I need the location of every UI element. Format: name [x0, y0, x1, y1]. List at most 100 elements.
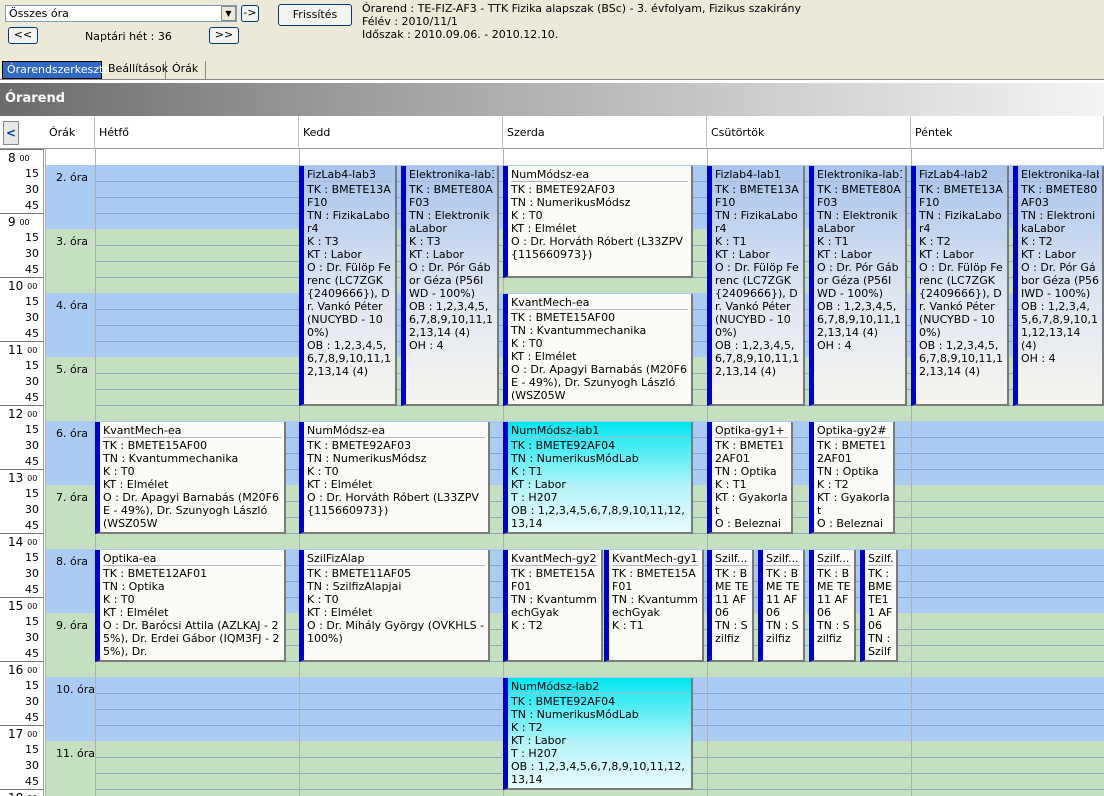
minute-label: 15 [25, 359, 39, 372]
course-card[interactable]: NumMódsz-ea TK : BMETE92AF03 TN : Numerik… [299, 422, 490, 534]
go-button[interactable]: -> [241, 5, 259, 22]
course-card[interactable]: Szilf...TK : BME TE11 AF06 TN : Szilfiz [758, 550, 805, 662]
hour-label: 14 00 [0, 535, 44, 549]
timetable-info: Órarend : TE-FIZ-AF3 - TTK Fizika alapsz… [362, 2, 801, 41]
minute-label: 30 [25, 759, 39, 772]
minute-label: 15 [25, 231, 39, 244]
minute-label: 15 [25, 615, 39, 628]
minute-label: 30 [25, 247, 39, 260]
course-card[interactable]: NumMódsz-lab1 TK : BMETE92AF04 TN : Numer… [503, 422, 693, 534]
course-title: Szilf... [715, 552, 749, 566]
info-line: Időszak : 2010.09.06. - 2010.12.10. [362, 28, 559, 41]
minute-label: 15 [25, 295, 39, 308]
ora-filter-combo[interactable]: Összes óra [5, 5, 237, 22]
nav-left-button[interactable]: < [3, 121, 19, 145]
minute-label: 45 [25, 775, 39, 788]
hour-divider [0, 661, 44, 662]
hour-value: 11 [8, 343, 24, 357]
course-card[interactable]: Optika-gy2# TK : BMETE12AF01 TN : Optika … [809, 422, 895, 534]
hour-divider [0, 405, 44, 406]
tab-orarendszerkeszto[interactable]: Órarendszerkeszto [2, 61, 110, 79]
hour-value: 13 [8, 471, 24, 485]
hour-suffix: 00 [27, 474, 38, 483]
column-header-csutortok: Csütörtök [707, 116, 911, 149]
hour-label: 8 00 [0, 151, 44, 165]
course-title: NumMódsz-lab1 [511, 424, 688, 438]
ora-label: 11. óra [56, 747, 95, 760]
course-details: TK : BMETE92AF03 TN : NumerikusMódsz K :… [307, 439, 479, 517]
hour-suffix: 00 [27, 602, 38, 611]
course-title: KvantMech-gy2 [511, 552, 598, 566]
course-card[interactable]: Szilf...TK : BME TE11 AF06 TN : Szilfiz [860, 550, 898, 662]
chevron-down-icon[interactable]: ▼ [221, 6, 236, 21]
course-card[interactable]: Szilf...TK : BME TE11 AF06 TN : Szilfiz [809, 550, 856, 662]
minute-label: 45 [25, 263, 39, 276]
course-card[interactable]: Elektronika-lab1 TK : BMETE80AF03 TN : El… [809, 166, 907, 406]
hour-label: 16 00 [0, 663, 44, 677]
tab-beallitasok[interactable]: Beállítások [104, 61, 168, 79]
hour-value: 15 [8, 599, 24, 613]
hour-value: 10 [8, 279, 24, 293]
course-card[interactable]: NumMódsz-ea TK : BMETE92AF03 TN : Numerik… [503, 166, 693, 278]
week-label: Naptári hét : 36 [85, 30, 172, 43]
hour-label: 12 00 [0, 407, 44, 421]
hour-value: 18 [8, 791, 23, 796]
refresh-button[interactable]: Frissítés [278, 4, 352, 26]
course-details: TK : BMETE15AF01 TN : KvantummechGyak K … [511, 567, 597, 632]
course-title: Szilf... [817, 552, 851, 566]
minute-label: 15 [25, 487, 39, 500]
course-card[interactable]: KvantMech-gy2 TK : BMETE15AF01 TN : Kvant… [503, 550, 603, 662]
course-details: TK : BMETE92AF03 TN : NumerikusMódsz K :… [511, 183, 683, 261]
hour-label: 13 00 [0, 471, 44, 485]
minute-label: 45 [25, 199, 39, 212]
minute-label: 30 [25, 183, 39, 196]
hour-divider [0, 341, 44, 342]
next-week-button[interactable]: >> [209, 27, 239, 44]
course-card[interactable]: Optika-ea TK : BMETE12AF01 TN : Optika K … [95, 550, 286, 662]
course-title: KvantMech-gy1 [612, 552, 699, 566]
hour-label: 10 00 [0, 279, 44, 293]
timetable-grid: < Órák Hétfő Kedd Szerda Csütörtök Péntek 8 0… [0, 116, 1104, 796]
hour-divider [0, 149, 44, 150]
hour-suffix: 00 [19, 218, 30, 227]
toolbar: Összes óra ▼ -> << Naptári hét : 36 >> F… [0, 0, 1104, 80]
course-card[interactable]: KvantMech-ea TK : BMETE15AF00 TN : Kvantu… [503, 294, 693, 406]
course-card[interactable]: KvantMech-gy1 TK : BMETE15AF01 TN : Kvant… [604, 550, 704, 662]
course-card[interactable]: Szilf...TK : BME TE11 AF06 TN : Szilfiz [707, 550, 754, 662]
minute-label: 15 [25, 423, 39, 436]
course-details: TK : BMETE15AF00 TN : Kvantummechanika K… [511, 311, 688, 402]
course-details: TK : BMETE80AF03 TN : ElektronikaLabor K… [1021, 183, 1099, 365]
ora-label: 7. óra [56, 491, 88, 504]
course-card[interactable]: SzilFizAlap TK : BMETE11AF05 TN : Szilfiz… [299, 550, 490, 662]
time-column: 8 00 15 30 45 9 00 15 30 45 10 00 15 30 45 11 00 15 30… [0, 149, 44, 796]
course-card[interactable]: KvantMech-ea TK : BMETE15AF00 TN : Kvantu… [95, 422, 286, 534]
column-divider [45, 149, 46, 796]
tab-orak[interactable]: Órák [168, 61, 206, 79]
course-details: TK : BMETE80AF03 TN : ElektronikaLabor K… [409, 183, 493, 352]
minute-label: 45 [25, 647, 39, 660]
course-card[interactable]: NumMódsz-lab2 TK : BMETE92AF04 TN : Numer… [503, 678, 693, 790]
course-details: TK : BMETE15AF01 TN : KvantummechGyak K … [612, 567, 698, 632]
course-card[interactable]: FizLab4-lab2 TK : BMETE13AF10 TN : Fizika… [911, 166, 1009, 406]
hour-suffix: 00 [27, 730, 38, 739]
course-details: TK : BMETE13AF10 TN : FizikaLabor4 K : T… [307, 183, 391, 378]
ora-label: 3. óra [56, 235, 88, 248]
course-card[interactable]: Elektronika-lab3 TK : BMETE80AF03 TN : El… [401, 166, 499, 406]
course-details: TK : BMETE11AF05 TN : SzilfizAlapjai K :… [307, 567, 485, 645]
course-card[interactable]: Fizlab4-lab1 TK : BMETE13AF10 TN : Fizika… [707, 166, 805, 406]
info-line: Órarend : TE-FIZ-AF3 - TTK Fizika alapsz… [362, 2, 802, 15]
hour-divider [0, 213, 44, 214]
course-title: SzilFizAlap [307, 552, 485, 566]
course-details: TK : BME TE11 AF06 TN : Szilfiz [868, 567, 893, 660]
minute-label: 15 [25, 167, 39, 180]
grid-header: < Órák Hétfő Kedd Szerda Csütörtök Péntek [0, 116, 1104, 149]
hour-divider [0, 277, 44, 278]
course-card[interactable]: FizLab4-lab3 TK : BMETE13AF10 TN : Fizika… [299, 166, 397, 406]
prev-week-button[interactable]: << [8, 27, 38, 44]
hour-divider [0, 597, 44, 598]
course-card[interactable]: Elektronika-lab2TK : BMETE80AF03 TN : El… [1013, 166, 1104, 406]
minute-label: 30 [25, 375, 39, 388]
course-card[interactable]: Optika-gy1+ TK : BMETE12AF01 TN : Optika … [707, 422, 793, 534]
course-details: TK : BME TE11 AF06 TN : Szilfiz [766, 567, 800, 645]
ora-label: 6. óra [56, 427, 88, 440]
